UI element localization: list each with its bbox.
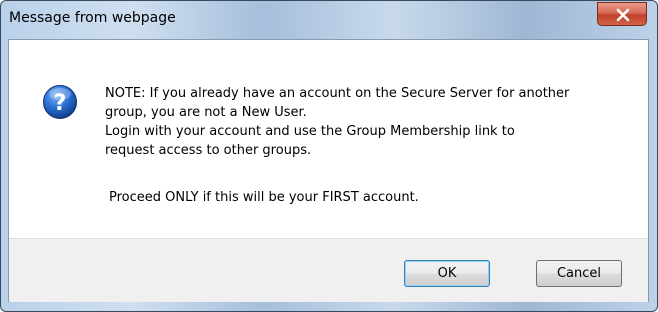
message-line: request access to other groups. — [105, 143, 312, 158]
ok-button[interactable]: OK — [404, 260, 490, 287]
close-icon — [616, 8, 630, 22]
message-line: NOTE: If you already have an account on … — [105, 86, 570, 101]
dialog-client-area: ? NOTE: If you already have an account o… — [8, 39, 649, 302]
message-dialog-window: Message from webpage ? NOTE: If you alre… — [0, 0, 658, 312]
svg-text:?: ? — [54, 91, 67, 116]
close-button[interactable] — [597, 2, 647, 26]
cancel-button[interactable]: Cancel — [536, 260, 622, 287]
question-icon: ? — [43, 85, 77, 119]
message-line: group, you are not a New User. — [105, 105, 307, 120]
dialog-message: NOTE: If you already have an account on … — [105, 84, 635, 205]
dialog-button-bar: OK Cancel — [9, 238, 648, 302]
proceed-warning-text: Proceed ONLY if this will be your FIRST … — [109, 190, 419, 205]
title-bar[interactable]: Message from webpage — [1, 1, 657, 41]
message-line: Login with your account and use the Grou… — [105, 124, 515, 139]
window-title: Message from webpage — [9, 10, 176, 26]
dialog-content: ? NOTE: If you already have an account o… — [9, 40, 648, 238]
